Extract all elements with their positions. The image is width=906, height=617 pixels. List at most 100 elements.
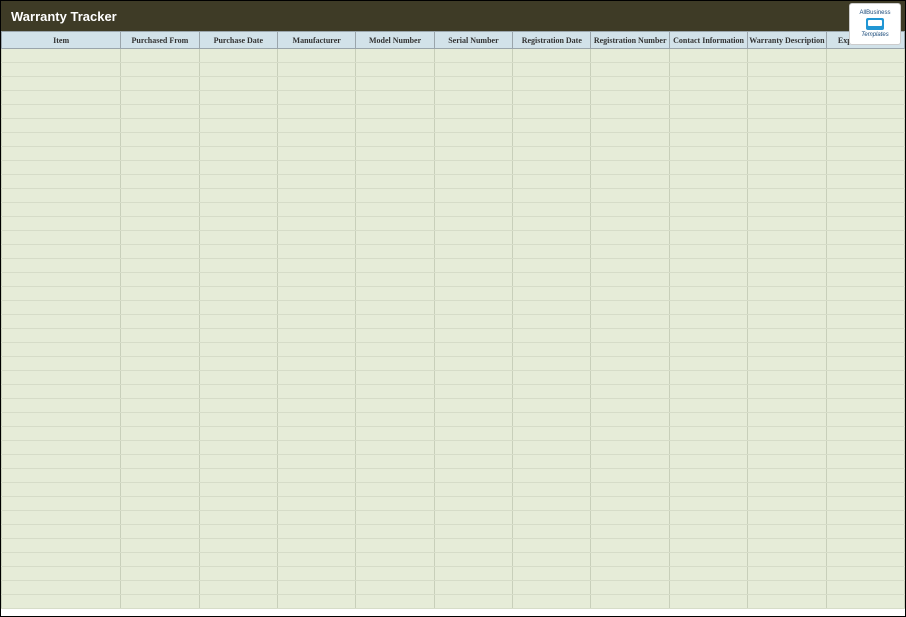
table-cell[interactable] bbox=[591, 441, 669, 455]
table-cell[interactable] bbox=[277, 63, 355, 77]
table-cell[interactable] bbox=[513, 581, 591, 595]
table-cell[interactable] bbox=[434, 63, 512, 77]
table-cell[interactable] bbox=[748, 217, 826, 231]
table-cell[interactable] bbox=[513, 147, 591, 161]
table-cell[interactable] bbox=[669, 49, 747, 63]
table-cell[interactable] bbox=[277, 497, 355, 511]
table-cell[interactable] bbox=[121, 91, 199, 105]
table-cell[interactable] bbox=[199, 413, 277, 427]
table-cell[interactable] bbox=[826, 427, 904, 441]
table-cell[interactable] bbox=[748, 595, 826, 609]
table-cell[interactable] bbox=[591, 161, 669, 175]
table-cell[interactable] bbox=[591, 595, 669, 609]
table-cell[interactable] bbox=[199, 217, 277, 231]
table-cell[interactable] bbox=[748, 259, 826, 273]
table-cell[interactable] bbox=[669, 161, 747, 175]
table-cell[interactable] bbox=[748, 133, 826, 147]
table-cell[interactable] bbox=[748, 343, 826, 357]
table-cell[interactable] bbox=[199, 455, 277, 469]
table-cell[interactable] bbox=[669, 147, 747, 161]
table-cell[interactable] bbox=[826, 469, 904, 483]
table-cell[interactable] bbox=[199, 119, 277, 133]
table-cell[interactable] bbox=[513, 105, 591, 119]
table-cell[interactable] bbox=[277, 77, 355, 91]
table-cell[interactable] bbox=[434, 595, 512, 609]
table-cell[interactable] bbox=[199, 49, 277, 63]
table-cell[interactable] bbox=[356, 63, 434, 77]
table-cell[interactable] bbox=[513, 133, 591, 147]
table-cell[interactable] bbox=[277, 357, 355, 371]
table-cell[interactable] bbox=[826, 91, 904, 105]
table-cell[interactable] bbox=[748, 497, 826, 511]
table-cell[interactable] bbox=[199, 161, 277, 175]
table-cell[interactable] bbox=[591, 77, 669, 91]
table-cell[interactable] bbox=[121, 427, 199, 441]
table-cell[interactable] bbox=[356, 49, 434, 63]
table-cell[interactable] bbox=[356, 455, 434, 469]
table-cell[interactable] bbox=[356, 301, 434, 315]
table-cell[interactable] bbox=[121, 441, 199, 455]
table-cell[interactable] bbox=[277, 441, 355, 455]
table-cell[interactable] bbox=[591, 315, 669, 329]
table-cell[interactable] bbox=[513, 357, 591, 371]
table-cell[interactable] bbox=[199, 273, 277, 287]
table-cell[interactable] bbox=[121, 483, 199, 497]
table-cell[interactable] bbox=[356, 539, 434, 553]
table-cell[interactable] bbox=[826, 511, 904, 525]
table-cell[interactable] bbox=[199, 539, 277, 553]
table-cell[interactable] bbox=[669, 301, 747, 315]
table-cell[interactable] bbox=[121, 343, 199, 357]
table-cell[interactable] bbox=[199, 427, 277, 441]
table-cell[interactable] bbox=[434, 525, 512, 539]
table-cell[interactable] bbox=[121, 63, 199, 77]
table-cell[interactable] bbox=[826, 553, 904, 567]
table-cell[interactable] bbox=[513, 427, 591, 441]
table-cell[interactable] bbox=[2, 371, 121, 385]
table-cell[interactable] bbox=[121, 539, 199, 553]
table-cell[interactable] bbox=[2, 343, 121, 357]
table-cell[interactable] bbox=[121, 175, 199, 189]
table-cell[interactable] bbox=[826, 217, 904, 231]
table-cell[interactable] bbox=[121, 105, 199, 119]
table-cell[interactable] bbox=[748, 441, 826, 455]
table-cell[interactable] bbox=[277, 595, 355, 609]
table-cell[interactable] bbox=[748, 77, 826, 91]
table-cell[interactable] bbox=[356, 273, 434, 287]
table-cell[interactable] bbox=[434, 49, 512, 63]
table-cell[interactable] bbox=[277, 539, 355, 553]
table-cell[interactable] bbox=[434, 119, 512, 133]
table-cell[interactable] bbox=[513, 259, 591, 273]
table-cell[interactable] bbox=[748, 231, 826, 245]
table-cell[interactable] bbox=[277, 175, 355, 189]
table-cell[interactable] bbox=[826, 49, 904, 63]
table-cell[interactable] bbox=[826, 399, 904, 413]
col-header-purchased-from[interactable]: Purchased From bbox=[121, 32, 199, 49]
table-cell[interactable] bbox=[748, 91, 826, 105]
table-cell[interactable] bbox=[669, 203, 747, 217]
table-cell[interactable] bbox=[434, 371, 512, 385]
table-cell[interactable] bbox=[513, 161, 591, 175]
table-cell[interactable] bbox=[826, 567, 904, 581]
table-cell[interactable] bbox=[356, 511, 434, 525]
table-cell[interactable] bbox=[199, 525, 277, 539]
table-cell[interactable] bbox=[513, 175, 591, 189]
table-cell[interactable] bbox=[434, 385, 512, 399]
table-cell[interactable] bbox=[121, 133, 199, 147]
table-cell[interactable] bbox=[434, 399, 512, 413]
table-cell[interactable] bbox=[826, 161, 904, 175]
table-cell[interactable] bbox=[748, 245, 826, 259]
table-cell[interactable] bbox=[2, 301, 121, 315]
table-cell[interactable] bbox=[513, 119, 591, 133]
table-cell[interactable] bbox=[591, 259, 669, 273]
table-cell[interactable] bbox=[277, 91, 355, 105]
table-cell[interactable] bbox=[356, 189, 434, 203]
table-cell[interactable] bbox=[513, 595, 591, 609]
table-cell[interactable] bbox=[513, 49, 591, 63]
table-cell[interactable] bbox=[356, 147, 434, 161]
table-cell[interactable] bbox=[669, 287, 747, 301]
table-cell[interactable] bbox=[513, 273, 591, 287]
table-cell[interactable] bbox=[277, 525, 355, 539]
table-cell[interactable] bbox=[434, 259, 512, 273]
table-cell[interactable] bbox=[199, 301, 277, 315]
table-cell[interactable] bbox=[669, 413, 747, 427]
